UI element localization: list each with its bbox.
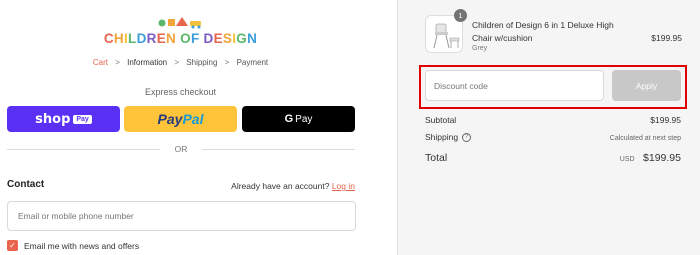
logo-letter: S (222, 31, 233, 46)
logo-letter: N (166, 31, 177, 46)
breadcrumb-shipping: Shipping (186, 58, 218, 67)
google-pay-label: Pay (295, 113, 313, 125)
shop-pay-chip: Pay (73, 114, 92, 124)
subtotal-label: Subtotal (425, 115, 457, 125)
total-row: Total USD $199.95 (425, 148, 681, 166)
subtotal-row: Subtotal $199.95 (425, 115, 681, 125)
google-pay-button[interactable]: G Pay (242, 106, 355, 132)
shipping-label-group: Shipping ? (425, 132, 472, 142)
product-name: Children of Design 6 in 1 Deluxe High Ch… (472, 20, 614, 43)
paypal-wordmark-pay: Pay (157, 111, 183, 127)
total-value: $199.95 (643, 152, 681, 164)
logo-letter: N (247, 31, 258, 46)
logo-letter: R (146, 31, 157, 46)
breadcrumb-payment: Payment (236, 58, 269, 67)
quantity-badge: 1 (454, 9, 467, 22)
or-divider: OR (7, 143, 355, 155)
breadcrumb-separator: > (174, 58, 180, 67)
logo-letter: D (203, 31, 214, 46)
newsletter-checkbox[interactable]: ✓ (7, 240, 18, 251)
logo-letter: G (236, 31, 248, 46)
logo-letter: E (156, 31, 166, 46)
product-variant: Grey (472, 45, 488, 52)
logo-letter: E (213, 31, 223, 46)
logo-letter: L (128, 31, 137, 46)
brand-logo[interactable]: CHILDREN OF DESIGN (0, 31, 361, 46)
apply-discount-button[interactable]: Apply (612, 70, 681, 101)
total-amount: USD $199.95 (620, 148, 681, 166)
logo-letter: C (103, 31, 114, 46)
discount-code-input[interactable] (425, 70, 604, 101)
order-summary: 1 Children of Design 6 in 1 Deluxe High … (397, 0, 700, 255)
checkout-main: CHILDREN OF DESIGN Cart > Information > … (0, 0, 397, 255)
paypal-button[interactable]: Pay Pal (124, 106, 237, 132)
email-field[interactable] (7, 201, 356, 231)
product-price: $199.95 (651, 33, 682, 43)
breadcrumb: Cart > Information > Shipping > Payment (0, 58, 361, 67)
shipping-value: Calculated at next step (609, 135, 681, 142)
express-checkout-label: Express checkout (144, 87, 217, 97)
currency-code: USD (619, 156, 635, 163)
newsletter-option[interactable]: ✓ Email me with news and offers (7, 240, 139, 251)
help-icon[interactable]: ? (462, 132, 472, 142)
logo-letter: O (180, 31, 191, 46)
paypal-wordmark-pal: Pal (182, 111, 204, 127)
divider-line (202, 149, 355, 150)
breadcrumb-separator: > (115, 58, 120, 67)
logo-letter: D (136, 31, 147, 46)
logo-letter: H (113, 31, 124, 46)
account-prompt: Already have an account? Log in (231, 181, 355, 191)
shipping-row: Shipping ? Calculated at next step (425, 132, 681, 142)
login-link[interactable]: Log in (332, 181, 355, 191)
contact-heading: Contact (7, 179, 45, 190)
total-label: Total (425, 152, 448, 164)
subtotal-value: $199.95 (650, 115, 681, 125)
breadcrumb-information: Information (127, 58, 168, 67)
brand-logo-icon (158, 17, 201, 29)
newsletter-label: Email me with news and offers (24, 240, 140, 251)
logo-letter: F (190, 31, 200, 46)
breadcrumb-separator: > (224, 58, 230, 67)
shop-pay-wordmark: shop (35, 111, 71, 127)
shop-pay-button[interactable]: shop Pay (7, 106, 120, 132)
google-g-icon: G (284, 113, 294, 125)
account-prompt-text: Already have an account? (231, 181, 330, 191)
shipping-label: Shipping (425, 132, 459, 142)
breadcrumb-cart[interactable]: Cart (93, 58, 108, 67)
